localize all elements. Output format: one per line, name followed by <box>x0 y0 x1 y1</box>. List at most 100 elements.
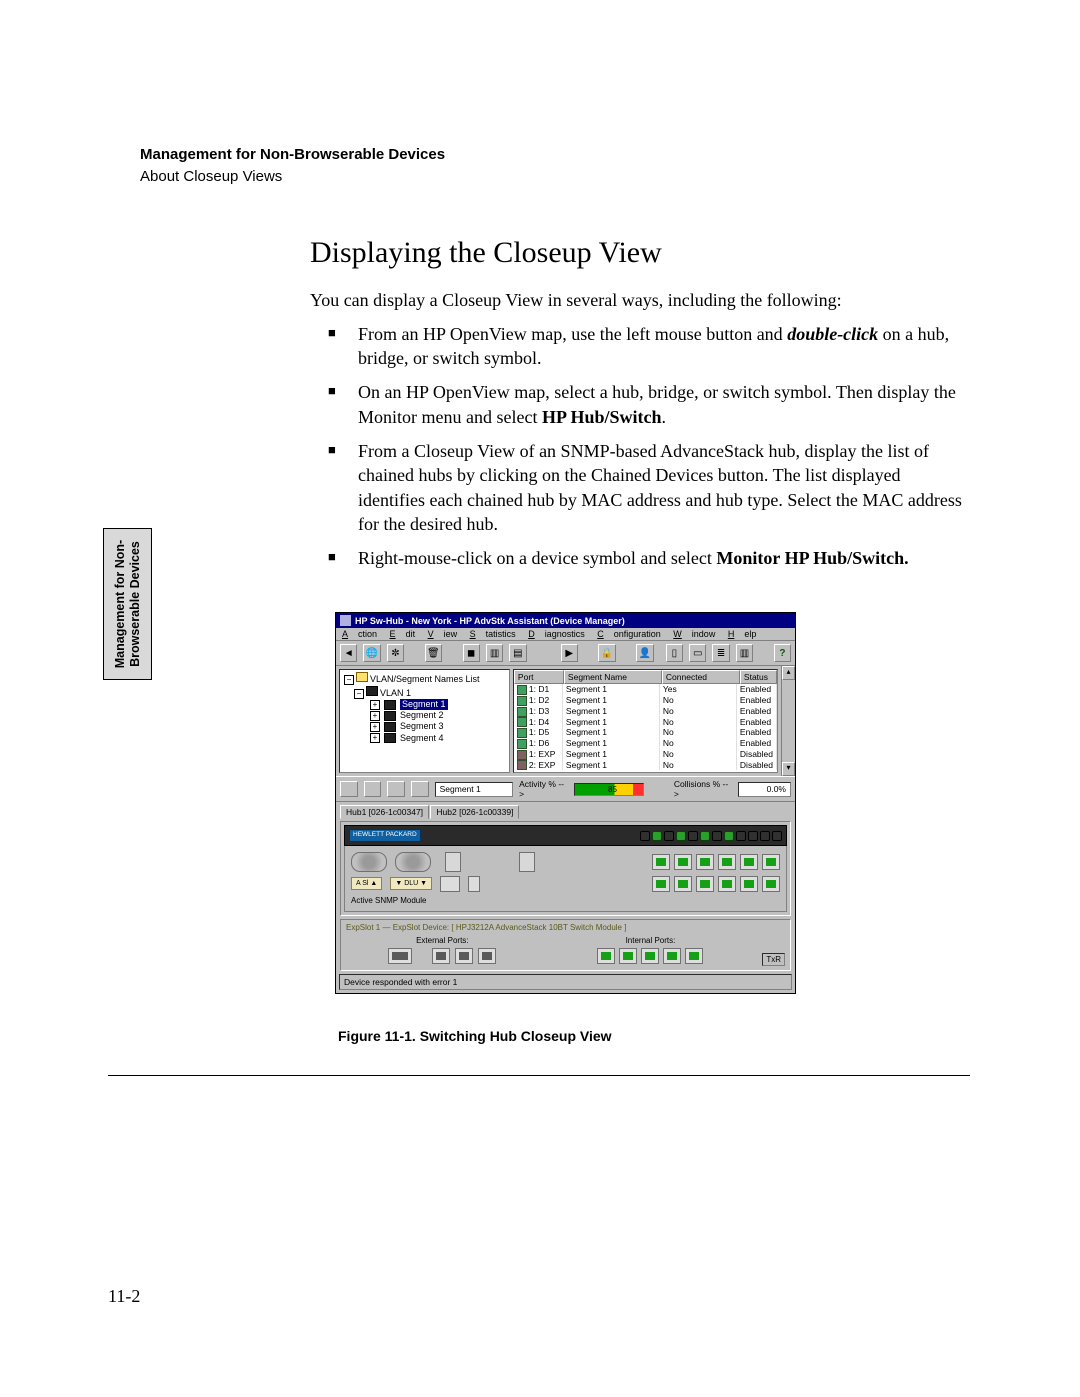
titlebar[interactable]: HP Sw-Hub - New York - HP AdvStk Assista… <box>336 613 795 628</box>
tb-disk-icon[interactable]: ◼ <box>463 644 480 662</box>
figure-caption: Figure 11-1. Switching Hub Closeup View <box>338 1028 970 1044</box>
page-number: 11-2 <box>108 1286 140 1307</box>
tb-help-icon[interactable]: ? <box>774 644 791 662</box>
port-icon[interactable] <box>762 854 780 870</box>
internal-ports-label: Internal Ports: <box>626 936 676 945</box>
act-btn-3[interactable] <box>387 781 405 797</box>
tb-snow-icon[interactable]: ✼ <box>387 644 404 662</box>
port-icon[interactable] <box>718 854 736 870</box>
status-bar: Device responded with error 1 <box>339 974 792 990</box>
table-row[interactable]: 2: EXPSegment 1NoDisabled <box>514 760 777 771</box>
menu-configuration[interactable]: Configuration <box>597 629 661 639</box>
table-row[interactable]: 1: D3Segment 1NoEnabled <box>514 706 777 717</box>
list-scrollbar[interactable]: ▴▾ <box>781 666 795 776</box>
tree-item[interactable]: +Segment 4 <box>344 733 505 744</box>
tb-doc-icon[interactable]: ▤ <box>509 644 526 662</box>
activity-label: Activity % --> <box>519 779 568 799</box>
table-row[interactable]: 1: D6Segment 1NoEnabled <box>514 738 777 749</box>
menu-diagnostics[interactable]: Diagnostics <box>528 629 585 639</box>
module-icon <box>468 876 480 892</box>
fans <box>351 852 431 872</box>
port-icon[interactable] <box>652 854 670 870</box>
tb-bars-icon[interactable]: ▥ <box>736 644 753 662</box>
section-title: Displaying the Closeup View <box>310 236 970 270</box>
tree-item[interactable]: +Segment 1 <box>344 699 505 710</box>
port-icon[interactable] <box>641 948 659 964</box>
port-icon[interactable] <box>674 876 692 892</box>
tb-col1-icon[interactable]: ▯ <box>666 644 683 662</box>
tb-col2-icon[interactable]: ▭ <box>689 644 706 662</box>
hub-tab-2[interactable]: Hub2 [026-1c00339] <box>430 805 519 819</box>
hp-logo: HEWLETT PACKARD <box>349 829 421 842</box>
tree-panel[interactable]: −VLAN/Segment Names List −VLAN 1 +Segmen… <box>339 669 510 773</box>
port-icon[interactable] <box>674 854 692 870</box>
act-btn-4[interactable] <box>411 781 429 797</box>
header-bold: Management for Non-Browserable Devices <box>140 145 970 165</box>
port-icon[interactable] <box>597 948 615 964</box>
app-window: HP Sw-Hub - New York - HP AdvStk Assista… <box>335 612 796 994</box>
port-icon[interactable] <box>696 876 714 892</box>
bullet-1: From an HP OpenView map, use the left mo… <box>328 322 970 371</box>
port-icon[interactable] <box>455 948 473 964</box>
internal-ports <box>597 948 703 964</box>
window-title: HP Sw-Hub - New York - HP AdvStk Assista… <box>355 616 625 626</box>
expslot-card: ExpSlot 1 — ExpSlot Device: [ HPJ3212A A… <box>340 919 791 971</box>
tb-trash-icon[interactable]: 🗑 <box>425 644 442 662</box>
led-row <box>640 831 782 841</box>
act-btn-2[interactable] <box>364 781 382 797</box>
menu-view[interactable]: View <box>428 629 458 639</box>
tb-left-icon[interactable]: ◄ <box>340 644 357 662</box>
port-icon[interactable] <box>663 948 681 964</box>
menu-window[interactable]: Window <box>673 629 715 639</box>
tree-item[interactable]: +Segment 3 <box>344 721 505 732</box>
port-icon[interactable] <box>685 948 703 964</box>
tb-lock-icon[interactable]: 🔒 <box>598 644 615 662</box>
table-row[interactable]: 1: D5Segment 1NoEnabled <box>514 727 777 738</box>
hub-tab-1[interactable]: Hub1 [026-1c00347] <box>340 805 429 819</box>
list-header: Port Segment Name Connected Status <box>514 670 777 684</box>
table-row[interactable]: 1: D4Segment 1NoEnabled <box>514 717 777 728</box>
table-row[interactable]: 1: D1Segment 1YesEnabled <box>514 684 777 695</box>
collisions-value: 0.0% <box>738 782 791 797</box>
port-icon[interactable] <box>478 948 496 964</box>
port-icon[interactable] <box>619 948 637 964</box>
dlu-label: ▼ DLU ▼ <box>390 877 432 890</box>
port-list[interactable]: Port Segment Name Connected Status 1: D1… <box>513 669 778 773</box>
bullet-4: Right-mouse-click on a device symbol and… <box>328 546 970 570</box>
menu-statistics[interactable]: Statistics <box>470 629 516 639</box>
port-icon[interactable] <box>432 948 450 964</box>
slot-indicator <box>519 852 535 872</box>
fan-icon <box>351 852 387 872</box>
menu-help[interactable]: Help <box>728 629 757 639</box>
port-icon[interactable] <box>740 876 758 892</box>
table-row[interactable]: 1: EXPSegment 1NoDisabled <box>514 749 777 760</box>
menubar[interactable]: Action Edit View Statistics Diagnostics … <box>336 628 795 641</box>
port-icon[interactable] <box>652 876 670 892</box>
table-row[interactable]: 1: D2Segment 1NoEnabled <box>514 695 777 706</box>
txr-indicator: TxR <box>762 953 785 966</box>
tree-item[interactable]: +Segment 2 <box>344 710 505 721</box>
device-faceplate: HEWLETT PACKARD <box>340 821 791 916</box>
tb-globe-icon[interactable]: 🌐 <box>363 644 380 662</box>
tb-person-icon[interactable]: 👤 <box>636 644 653 662</box>
ext-port-large-icon[interactable] <box>388 948 412 964</box>
act-btn-1[interactable] <box>340 781 358 797</box>
main-split: −VLAN/Segment Names List −VLAN 1 +Segmen… <box>336 666 795 776</box>
header-regular: About Closeup Views <box>140 167 970 187</box>
tb-flag-icon[interactable]: ▶ <box>561 644 578 662</box>
tb-list-icon[interactable]: ≣ <box>712 644 729 662</box>
port-icon[interactable] <box>696 854 714 870</box>
port-icon[interactable] <box>718 876 736 892</box>
scroll-down-icon[interactable]: ▾ <box>782 762 795 776</box>
fan-icon <box>395 852 431 872</box>
port-icon[interactable] <box>740 854 758 870</box>
menu-edit[interactable]: Edit <box>390 629 416 639</box>
tb-chart-icon[interactable]: ▥ <box>486 644 503 662</box>
scroll-up-icon[interactable]: ▴ <box>782 666 795 680</box>
menu-action[interactable]: Action <box>342 629 377 639</box>
screenshot-figure: HP Sw-Hub - New York - HP AdvStk Assista… <box>335 612 794 994</box>
external-ports <box>388 948 496 964</box>
activity-bar: Segment 1 Activity % --> 85 Collisions %… <box>336 776 795 802</box>
system-menu-icon[interactable] <box>340 615 351 626</box>
port-icon[interactable] <box>762 876 780 892</box>
